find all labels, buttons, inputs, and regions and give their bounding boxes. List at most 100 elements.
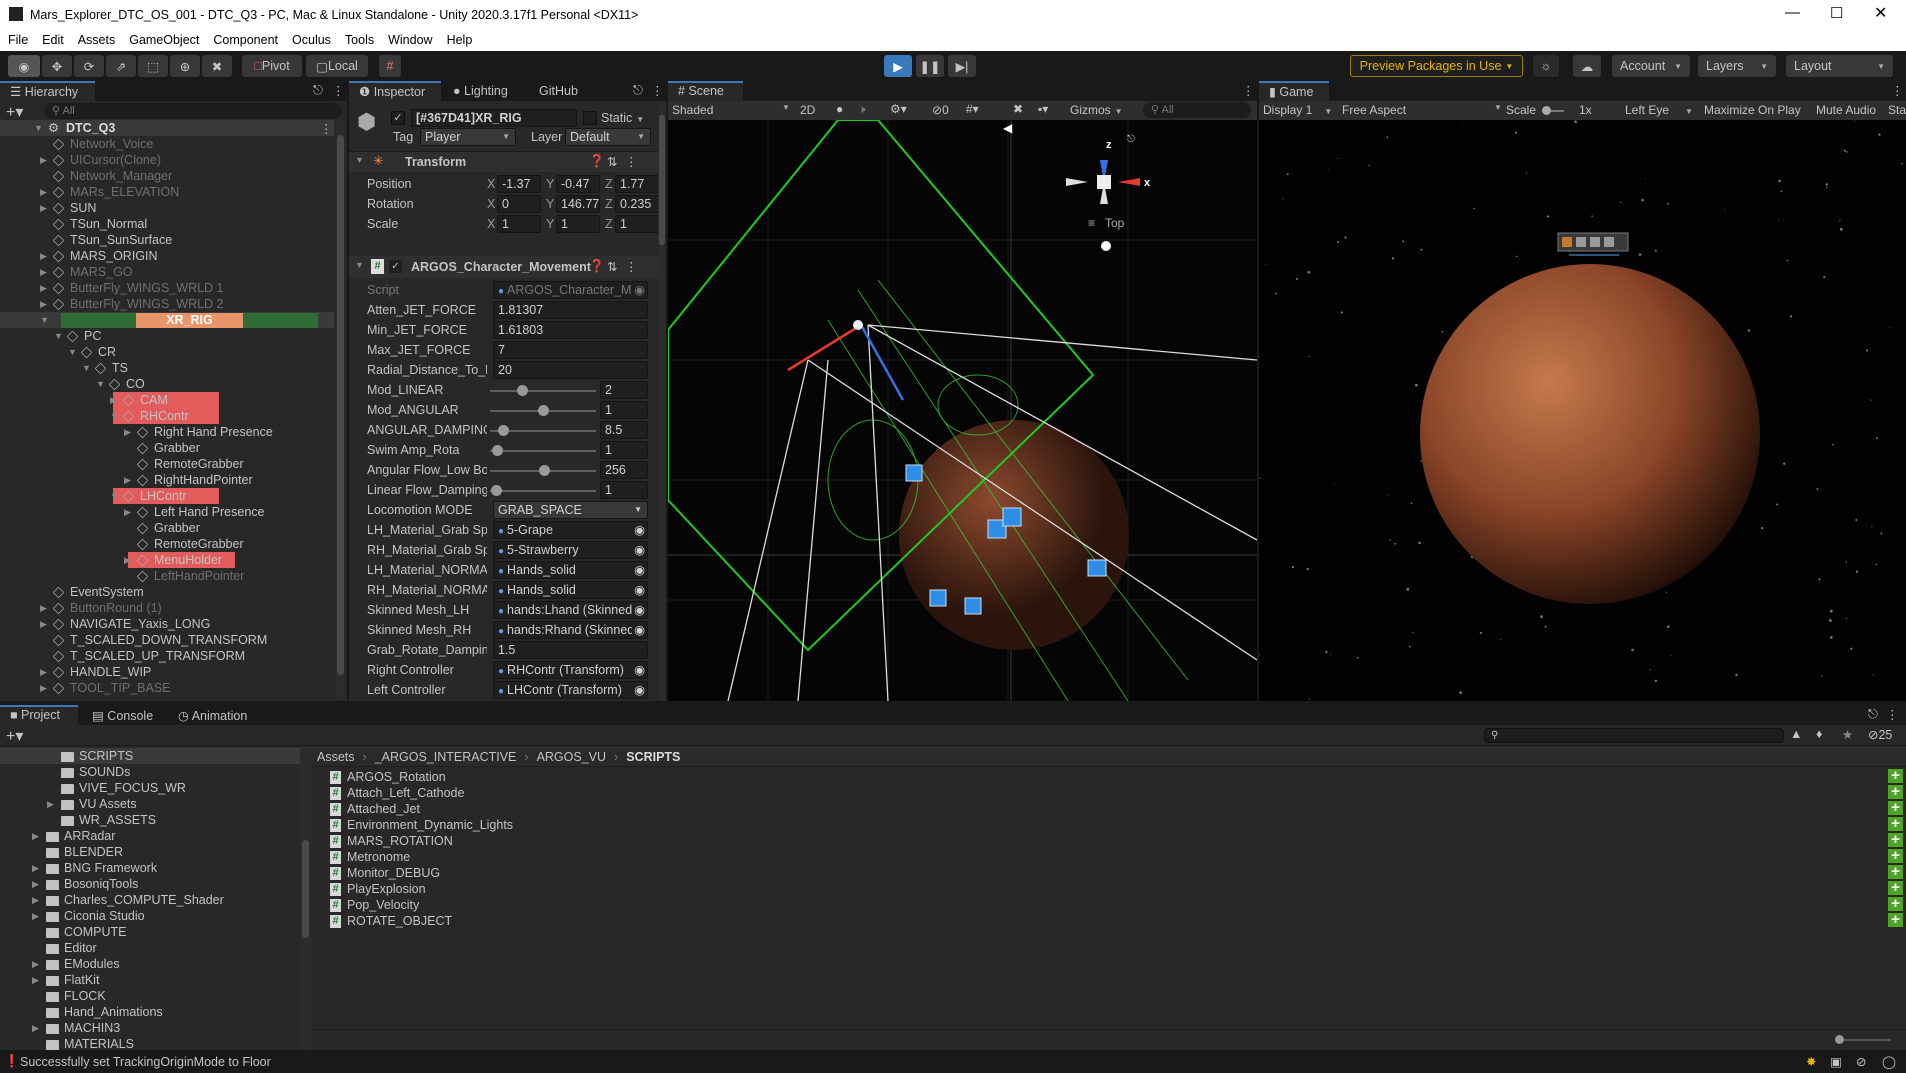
- folder-item[interactable]: ▶ VU Assets: [0, 796, 300, 812]
- hierarchy-item[interactable]: ▼ PC: [0, 328, 334, 344]
- view-tool-icon[interactable]: ◉: [8, 55, 40, 77]
- folder-item[interactable]: ▶ MACHIN3: [0, 1020, 300, 1036]
- more-menu-icon[interactable]: ⋮: [625, 259, 638, 274]
- rect-tool-icon[interactable]: ⬚: [138, 55, 168, 77]
- menu-component[interactable]: Component: [213, 33, 278, 47]
- collapse-arrow-icon[interactable]: ▶: [40, 616, 47, 632]
- skinned-mesh-rh-object[interactable]: ● hands:Rhand (Skinned ◉: [493, 621, 648, 639]
- hierarchy-item[interactable]: EventSystem: [0, 584, 334, 600]
- rh-material-grab-sp-object[interactable]: ● 5-Strawberry ◉: [493, 541, 648, 559]
- create-button[interactable]: +▾: [6, 726, 23, 746]
- hierarchy-item[interactable]: RemoteGrabber: [0, 456, 334, 472]
- folder-item[interactable]: COMPUTE: [0, 924, 300, 940]
- mod-linear-input[interactable]: 2: [600, 381, 648, 399]
- folder-item[interactable]: Hand_Animations: [0, 1004, 300, 1020]
- scene-viewport[interactable]: z x Top ≡ ⎋ ◀: [668, 120, 1257, 701]
- hierarchy-item[interactable]: ▶ TOOL_TIP_BASE: [0, 680, 334, 696]
- stats-toggle[interactable]: Sta: [1888, 103, 1906, 117]
- rotation-y-input[interactable]: 146.77: [556, 195, 600, 213]
- aspect-dropdown[interactable]: Free Aspect ▼: [1342, 103, 1502, 117]
- hierarchy-item[interactable]: ▶ CAM: [0, 392, 334, 408]
- object-picker-icon[interactable]: ◉: [632, 622, 645, 638]
- more-menu-icon[interactable]: ⋮: [1886, 707, 1899, 722]
- presets-icon[interactable]: ⇅: [607, 259, 617, 274]
- max-jet-force-text[interactable]: 7: [493, 341, 648, 359]
- network-icon[interactable]: ▣: [1830, 1054, 1842, 1069]
- collapse-arrow-icon[interactable]: ▶: [124, 424, 131, 440]
- menu-edit[interactable]: Edit: [42, 33, 64, 47]
- effects-icon[interactable]: ⚙▾: [890, 102, 907, 116]
- scale-slider[interactable]: [1542, 106, 1564, 115]
- script-asset[interactable]: # Attached_Jet: [330, 801, 420, 817]
- component-header[interactable]: ▼ # ✓ ARGOS_Character_Movement ❓ ⇅ ⋮: [349, 256, 658, 278]
- layer-dropdown[interactable]: Default ▼: [565, 128, 651, 146]
- left-controller-object[interactable]: ● LHContr (Transform) ◉: [493, 681, 648, 699]
- tab-animation[interactable]: ◷ Animation: [168, 705, 257, 725]
- transform-tool-icon[interactable]: ⊕: [170, 55, 200, 77]
- hierarchy-item[interactable]: LeftHandPointer: [0, 568, 334, 584]
- cloud-icon[interactable]: ☁: [1573, 55, 1601, 77]
- grid-toggle-icon[interactable]: #▾: [966, 102, 979, 116]
- breadcrumb-item[interactable]: _ARGOS_INTERACTIVE: [375, 750, 517, 764]
- hierarchy-item[interactable]: ▶ SUN: [0, 200, 334, 216]
- scene-header[interactable]: ▼ ⚙ DTC_Q3 ⋮: [0, 120, 334, 136]
- progress-icon[interactable]: ◯: [1882, 1054, 1896, 1069]
- slider-handle[interactable]: [497, 425, 509, 436]
- hidden-packages-toggle[interactable]: ⊘25: [1868, 727, 1892, 742]
- lh-material-grab-spa-object[interactable]: ● 5-Grape ◉: [493, 521, 648, 539]
- object-picker-icon[interactable]: ◉: [632, 662, 645, 678]
- swim-amp-rota-slider[interactable]: [490, 450, 596, 452]
- atten-jet-force-text[interactable]: 1.81307: [493, 301, 648, 319]
- more-menu-icon[interactable]: ⋮: [320, 121, 333, 136]
- mod-angular-input[interactable]: 1: [600, 401, 648, 419]
- locomotion-mode-dropdown[interactable]: GRAB_SPACE ▼: [493, 501, 648, 519]
- collapse-arrow-icon[interactable]: ▶: [110, 392, 117, 408]
- hierarchy-item[interactable]: RemoteGrabber: [0, 536, 334, 552]
- hierarchy-item[interactable]: ▶ MARS_ORIGIN: [0, 248, 334, 264]
- tag-dropdown[interactable]: Player ▼: [420, 128, 516, 146]
- help-icon[interactable]: ❓: [589, 154, 605, 169]
- enabled-checkbox[interactable]: ✓: [389, 260, 402, 273]
- scale-x-input[interactable]: 1: [497, 215, 541, 233]
- collapse-arrow-icon[interactable]: ▶: [124, 472, 131, 488]
- skinned-mesh-lh-object[interactable]: ● hands:Lhand (Skinned ◉: [493, 601, 648, 619]
- hierarchy-item[interactable]: ▶ MARS_GO: [0, 264, 334, 280]
- lh-material-normal-object[interactable]: ● Hands_solid ◉: [493, 561, 648, 579]
- collapse-arrow-icon[interactable]: ▶: [32, 876, 39, 892]
- static-checkbox[interactable]: [583, 111, 597, 125]
- inspector-scrollbar[interactable]: [658, 103, 666, 701]
- project-search-input[interactable]: ⚲: [1484, 728, 1784, 743]
- collapse-arrow-icon[interactable]: ▶: [32, 828, 39, 844]
- collapse-arrow-icon[interactable]: ▶: [32, 908, 39, 924]
- slider-handle[interactable]: [538, 405, 549, 416]
- view-gizmo-center[interactable]: [1097, 175, 1111, 189]
- folder-item[interactable]: BLENDER: [0, 844, 300, 860]
- tab-inspector[interactable]: ❶ Inspector: [349, 81, 441, 101]
- eye-dropdown[interactable]: Left Eye ▼: [1625, 103, 1693, 117]
- collapse-arrow-icon[interactable]: ▶: [40, 600, 47, 616]
- hierarchy-item[interactable]: ▶ HANDLE_WIP: [0, 664, 334, 680]
- collapse-arrow-icon[interactable]: ▶: [47, 796, 54, 812]
- tab-scene[interactable]: # Scene: [668, 81, 743, 101]
- rotate-tool-icon[interactable]: ⟳: [74, 55, 104, 77]
- collapse-arrow-icon[interactable]: ▶: [40, 664, 47, 680]
- step-button[interactable]: ▶|: [948, 55, 976, 77]
- search-input[interactable]: ⚲ All: [44, 103, 342, 119]
- hierarchy-item[interactable]: ▼ LHContr: [0, 488, 334, 504]
- custom-tool-icon[interactable]: ✖: [202, 55, 232, 77]
- add-button[interactable]: +: [1888, 768, 1903, 783]
- collapse-arrow-icon[interactable]: ▶: [124, 504, 131, 520]
- add-button[interactable]: +: [1888, 848, 1903, 863]
- folder-item[interactable]: ▶ FlatKit: [0, 972, 300, 988]
- folder-item[interactable]: Editor: [0, 940, 300, 956]
- folder-item[interactable]: SCRIPTS: [0, 748, 300, 764]
- local-toggle[interactable]: ▢ Local: [306, 55, 368, 77]
- slider-handle[interactable]: [492, 445, 504, 456]
- hierarchy-item[interactable]: ▶ ButtonRound (1): [0, 600, 334, 616]
- play-button[interactable]: ▶: [884, 55, 912, 77]
- folder-item[interactable]: ▶ EModules: [0, 956, 300, 972]
- script-asset[interactable]: # Monitor_DEBUG: [330, 865, 440, 881]
- layout-dropdown[interactable]: Layout ▼: [1786, 55, 1893, 77]
- maximize-button[interactable]: ☐: [1830, 4, 1843, 22]
- snap-icon[interactable]: #: [379, 55, 401, 77]
